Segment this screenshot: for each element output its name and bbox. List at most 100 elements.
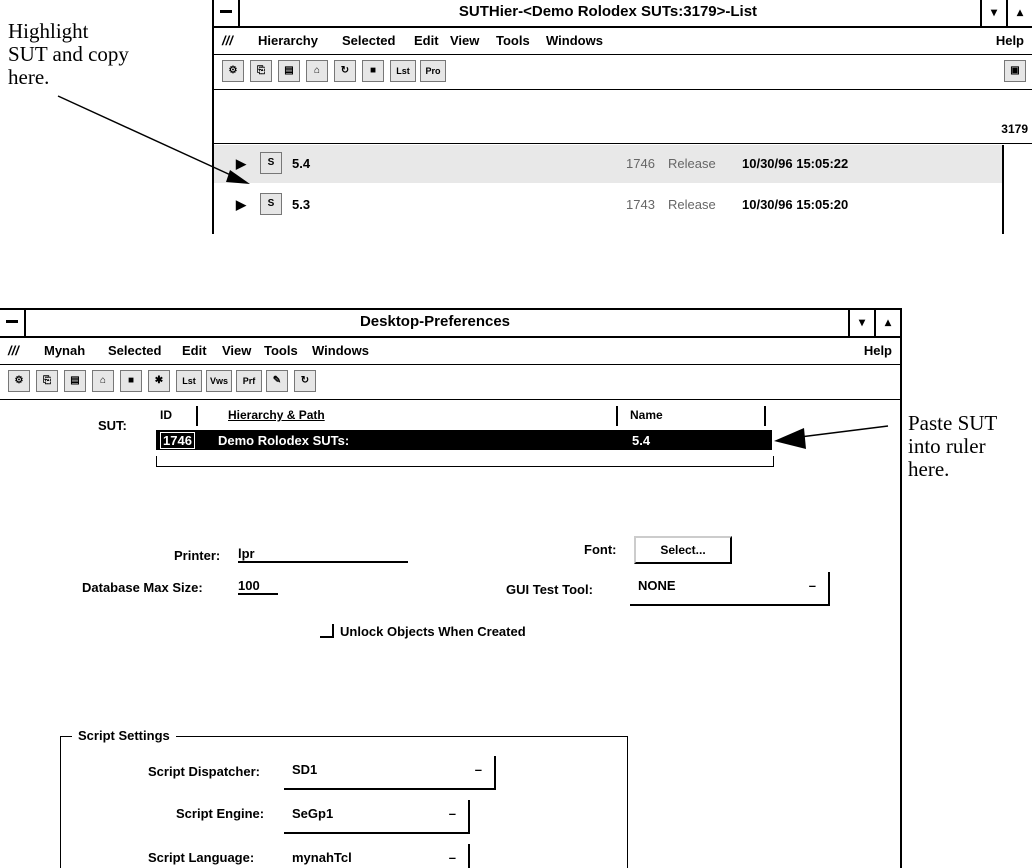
ruler-header-name[interactable]: Name — [630, 408, 663, 422]
ruler-header-divider — [616, 406, 618, 426]
menu-slashes-icon[interactable]: /// — [8, 343, 19, 358]
save-icon[interactable]: ■ — [120, 370, 142, 392]
brush-icon[interactable]: ✎ — [266, 370, 288, 392]
unlock-label: Unlock Objects When Created — [340, 624, 526, 639]
menu-view[interactable]: View — [450, 33, 479, 48]
titlebar: Desktop-Preferences ▾ ▴ — [0, 310, 900, 338]
chevron-down-icon: – — [448, 806, 456, 821]
language-dropdown[interactable]: mynahTcl – — [284, 844, 470, 868]
menu-hierarchy[interactable]: Hierarchy — [258, 33, 318, 48]
window-title: SUTHier-<Demo Rolodex SUTs:3179>-List — [458, 3, 758, 20]
engine-value: SeGp1 — [292, 806, 334, 821]
annotation-line: into ruler — [908, 434, 986, 458]
menu-selected[interactable]: Selected — [342, 33, 395, 48]
annotation-line: here. — [908, 457, 950, 481]
ruler-name: 5.4 — [632, 433, 651, 448]
menu-edit[interactable]: Edit — [182, 343, 207, 358]
bug-icon[interactable]: ✱ — [148, 370, 170, 392]
sut-ruler[interactable]: ID Hierarchy & Path Name 1746 Demo Rolod… — [152, 406, 784, 480]
menu-windows[interactable]: Windows — [546, 33, 603, 48]
database-size-field[interactable]: 100 — [238, 578, 278, 595]
menu-tools[interactable]: Tools — [264, 343, 298, 358]
list-button[interactable]: Lst — [390, 60, 416, 82]
menu-selected[interactable]: Selected — [108, 343, 161, 358]
sut-count: 3179 — [1001, 122, 1028, 136]
preferences-button[interactable]: Prf — [236, 370, 262, 392]
menu-slashes-icon[interactable]: /// — [222, 33, 233, 48]
sut-icon: S — [260, 152, 282, 174]
save-icon[interactable]: ■ — [362, 60, 384, 82]
chevron-down-icon: – — [808, 578, 816, 593]
paste-icon[interactable]: ▤ — [278, 60, 300, 82]
properties-button[interactable]: Pro — [420, 60, 446, 82]
chevron-down-icon: – — [448, 850, 456, 865]
font-select-button[interactable]: Select... — [634, 536, 732, 564]
dispatcher-value: SD1 — [292, 762, 318, 777]
vertical-scrollbar[interactable] — [1002, 145, 1032, 234]
sut-icon: S — [260, 193, 282, 215]
gui-tool-label: GUI Test Tool: — [506, 582, 593, 597]
system-menu-icon[interactable] — [214, 0, 240, 26]
ruler-path: Demo Rolodex SUTs: — [218, 433, 350, 448]
copy-icon[interactable]: ⎘ — [36, 370, 58, 392]
sut-status: Release — [668, 197, 716, 212]
hierarchy-icon[interactable]: ⌂ — [306, 60, 328, 82]
menu-help[interactable]: Help — [996, 33, 1024, 48]
expand-icon[interactable]: ▶ — [236, 156, 246, 172]
dispatcher-dropdown[interactable]: SD1 – — [284, 756, 496, 790]
arrow-to-sut — [57, 95, 236, 178]
menu-mynah[interactable]: Mynah — [44, 343, 85, 358]
annotation-line: Paste SUT — [908, 411, 998, 435]
divider — [214, 143, 1032, 144]
titlebar: SUTHier-<Demo Rolodex SUTs:3179>-List ▾ … — [214, 0, 1032, 28]
language-label: Script Language: — [148, 850, 255, 865]
menu-view[interactable]: View — [222, 343, 251, 358]
wand-icon[interactable]: ⚙ — [222, 60, 244, 82]
printer-field[interactable]: lpr — [238, 546, 408, 563]
system-menu-icon[interactable] — [0, 310, 26, 336]
annotation-line: here. — [8, 65, 50, 89]
menu-help[interactable]: Help — [864, 343, 892, 358]
views-button[interactable]: Vws — [206, 370, 232, 392]
suthier-window: SUTHier-<Demo Rolodex SUTs:3179>-List ▾ … — [212, 0, 1032, 234]
lock-icon[interactable]: ▣ — [1004, 60, 1026, 82]
maximize-icon[interactable]: ▴ — [874, 310, 900, 336]
copy-icon[interactable]: ⎘ — [250, 60, 272, 82]
ruler-row-selected[interactable]: 1746 Demo Rolodex SUTs: 5.4 — [156, 430, 772, 450]
toolbar: ⚙ ⎘ ▤ ⌂ ■ ✱ Lst Vws Prf ✎ ↻ — [0, 365, 900, 400]
script-settings-title: Script Settings — [72, 728, 176, 743]
paste-icon[interactable]: ▤ — [64, 370, 86, 392]
list-button[interactable]: Lst — [176, 370, 202, 392]
minimize-icon[interactable]: ▾ — [980, 0, 1006, 26]
gui-tool-dropdown[interactable]: NONE – — [630, 572, 830, 606]
sut-status: Release — [668, 156, 716, 171]
unlock-checkbox[interactable] — [320, 624, 334, 638]
engine-dropdown[interactable]: SeGp1 – — [284, 800, 470, 834]
hierarchy-icon[interactable]: ⌂ — [92, 370, 114, 392]
engine-label: Script Engine: — [176, 806, 265, 821]
minimize-icon[interactable]: ▾ — [848, 310, 874, 336]
printer-label: Printer: — [174, 548, 221, 563]
list-item-selected[interactable]: ▶ S 5.4 1746 Release 10/30/96 15:05:22 — [214, 145, 1002, 183]
ruler-header-divider — [196, 406, 198, 426]
ruler-id: 1746 — [160, 432, 195, 449]
list-item[interactable]: ▶ S 5.3 1743 Release 10/30/96 15:05:20 — [214, 186, 1002, 224]
refresh-icon[interactable]: ↻ — [294, 370, 316, 392]
ruler-header-id[interactable]: ID — [160, 408, 172, 422]
language-value: mynahTcl — [292, 850, 352, 865]
wand-icon[interactable]: ⚙ — [8, 370, 30, 392]
annotation-highlight: Highlight SUT and copy here. — [8, 20, 129, 89]
menu-tools[interactable]: Tools — [496, 33, 530, 48]
menu-edit[interactable]: Edit — [414, 33, 439, 48]
maximize-icon[interactable]: ▴ — [1006, 0, 1032, 26]
ruler-scrollbar[interactable] — [156, 456, 774, 467]
window-title: Desktop-Preferences — [359, 313, 511, 330]
ruler-header-path[interactable]: Hierarchy & Path — [228, 408, 325, 422]
menu-windows[interactable]: Windows — [312, 343, 369, 358]
font-label: Font: — [584, 542, 617, 557]
sut-date: 10/30/96 15:05:20 — [742, 197, 849, 212]
preferences-window: Desktop-Preferences ▾ ▴ /// Mynah Select… — [0, 308, 902, 868]
sut-date: 10/30/96 15:05:22 — [742, 156, 849, 171]
expand-icon[interactable]: ▶ — [236, 197, 246, 213]
refresh-icon[interactable]: ↻ — [334, 60, 356, 82]
